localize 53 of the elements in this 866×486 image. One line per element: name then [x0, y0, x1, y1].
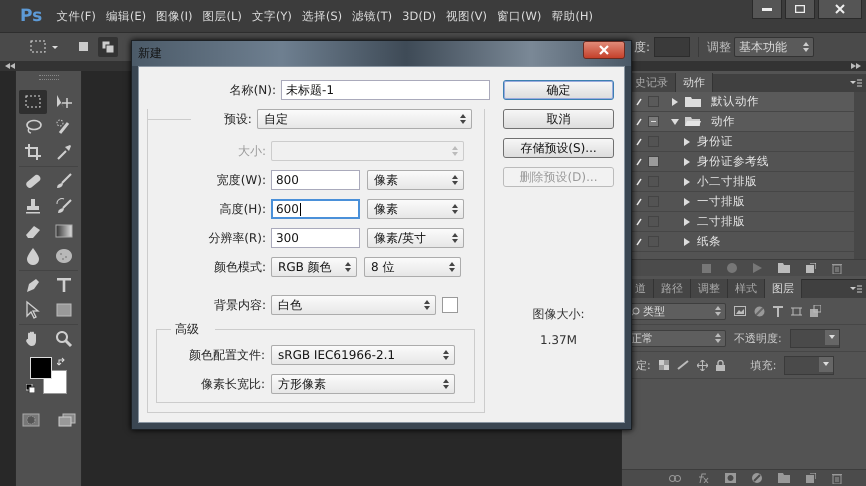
field-label: 度:: [634, 38, 650, 56]
field-label: 宽度(W):: [216, 172, 266, 188]
menu-item[interactable]: 选择(S): [298, 8, 346, 24]
app-logo: Ps: [20, 6, 42, 26]
field-label: 定:: [636, 358, 651, 372]
name-field[interactable]: 未标题-1: [281, 80, 490, 100]
menu-item[interactable]: 3D(D): [398, 9, 440, 23]
dialog-button[interactable]: 取消: [503, 109, 614, 129]
field-label: 填充:: [750, 358, 776, 372]
number-field[interactable]: 600: [271, 199, 360, 219]
workspace-select[interactable]: 基本功能: [734, 37, 814, 57]
background-select[interactable]: 白色: [271, 295, 436, 315]
field-label: 颜色配置文件:: [188, 346, 265, 364]
menu-item[interactable]: 视图(V): [442, 8, 492, 24]
field-label: 预设:: [222, 110, 252, 128]
field-label: 高度(H):: [218, 200, 266, 218]
panel-tab[interactable]: 样式: [728, 279, 765, 298]
field-label: 背景内容:: [212, 296, 266, 314]
dialog-button[interactable]: 存储预设(S)...: [503, 138, 614, 158]
menu-item[interactable]: 文件(F): [52, 8, 100, 24]
menu-item[interactable]: 文字(Y): [248, 8, 296, 24]
image-size-value: 1.37M: [540, 333, 578, 347]
number-field[interactable]: 300: [271, 228, 360, 248]
panel-tab[interactable]: 图层: [765, 279, 802, 298]
panel-tab[interactable]: 调整: [691, 279, 728, 298]
color-mode-select[interactable]: RGB 颜色: [271, 257, 357, 277]
field-label: 像素长宽比:: [200, 376, 265, 392]
preset-select[interactable]: 自定: [256, 109, 472, 129]
unit-select[interactable]: 像素: [367, 199, 464, 219]
menu-item[interactable]: 编辑(E): [102, 8, 150, 24]
field-label: 不透明度:: [734, 330, 782, 346]
number-field[interactable]: 800: [271, 170, 360, 190]
field-label: 分辨率(R):: [207, 230, 266, 246]
menu-item[interactable]: 帮助(H): [547, 8, 598, 24]
menu-item[interactable]: 窗口(W): [493, 8, 546, 24]
panel-tab[interactable]: 动作: [676, 73, 713, 92]
option-select[interactable]: 方形像素: [271, 374, 455, 394]
image-size-label: 图像大小:: [532, 306, 585, 323]
dialog-title: 新建: [138, 45, 162, 62]
field-label: 大小:: [236, 142, 266, 160]
field-label: 调整: [707, 38, 732, 56]
menu-item[interactable]: 图像(I): [152, 8, 196, 24]
group-title: 高级: [175, 320, 199, 338]
menu-item[interactable]: 滤镜(T): [348, 8, 396, 24]
field-label: 名称(N):: [228, 82, 276, 98]
option-select[interactable]: sRGB IEC61966-2.1: [271, 345, 455, 365]
dialog-button[interactable]: 确定: [503, 80, 614, 100]
field-label: 颜色模式:: [212, 258, 266, 276]
menu-item[interactable]: 图层(L): [198, 8, 246, 24]
unit-select[interactable]: 像素: [367, 170, 464, 190]
panel-tab[interactable]: 路径: [654, 279, 691, 298]
bit-depth-select[interactable]: 8 位: [364, 257, 461, 277]
unit-select[interactable]: 像素/英寸: [367, 228, 464, 248]
